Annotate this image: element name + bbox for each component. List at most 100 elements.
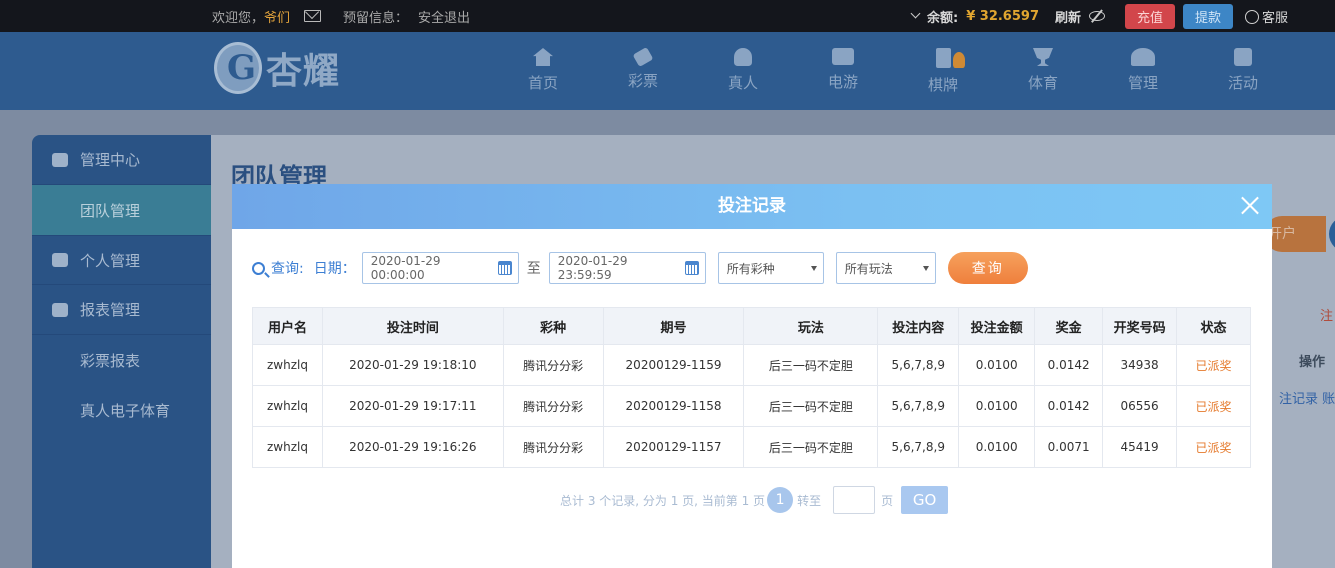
page-number-current[interactable]: 1 bbox=[767, 487, 794, 513]
table-row[interactable]: zwhzlq 2020-01-29 19:18:10 腾讯分分彩 2020012… bbox=[252, 344, 1251, 386]
withdraw-button[interactable]: 提款 bbox=[1183, 3, 1234, 29]
sidebar-item-team-manage[interactable]: 团队管理 bbox=[32, 185, 211, 235]
nav-slots[interactable]: 电游 bbox=[793, 32, 893, 110]
goto-page-input[interactable] bbox=[833, 486, 876, 514]
cell-play: 后三一码不定胆 bbox=[743, 426, 879, 468]
note-text: 注 bbox=[1320, 309, 1334, 324]
sidebar-item-reports[interactable]: 报表管理 bbox=[32, 285, 211, 335]
nav-cards[interactable]: 棋牌 bbox=[893, 32, 993, 110]
status-badge: 已派奖 bbox=[1176, 426, 1251, 468]
hot-flame-icon bbox=[953, 52, 965, 68]
column-header[interactable]: 玩法 bbox=[743, 307, 879, 345]
cell-draw-number: 06556 bbox=[1102, 385, 1178, 427]
row-action-links[interactable]: 注记录 账变 bbox=[1279, 388, 1335, 407]
cell-content: 5,6,7,8,9 bbox=[877, 344, 960, 386]
close-icon[interactable] bbox=[1240, 195, 1260, 215]
cell-bet-time: 2020-01-29 19:17:11 bbox=[321, 385, 504, 427]
refresh-button[interactable]: 刷新 bbox=[1055, 7, 1081, 26]
sidebar-item-personal[interactable]: 个人管理 bbox=[32, 235, 211, 285]
column-header[interactable]: 彩种 bbox=[502, 307, 604, 345]
secondary-button[interactable] bbox=[1329, 216, 1335, 252]
calendar-icon[interactable] bbox=[497, 261, 512, 275]
nav-manage[interactable]: 管理 bbox=[1093, 32, 1193, 110]
goto-label: 转至 bbox=[797, 493, 822, 508]
operation-header: 操作 bbox=[1299, 355, 1326, 370]
query-label: 查询: bbox=[271, 261, 304, 277]
nav-promo[interactable]: 活动 bbox=[1193, 32, 1293, 110]
cell-content: 5,6,7,8,9 bbox=[877, 426, 960, 468]
open-account-button[interactable]: 开户 bbox=[1264, 216, 1326, 252]
modal-title: 投注记录 bbox=[718, 196, 786, 216]
column-header[interactable]: 投注内容 bbox=[877, 307, 960, 345]
pagination-summary: 总计 3 个记录, 分为 1 页, 当前第 1 页 bbox=[560, 493, 766, 508]
cell-prize: 0.0142 bbox=[1034, 344, 1104, 386]
eye-off-icon[interactable] bbox=[1089, 11, 1106, 21]
card-icon bbox=[935, 48, 951, 68]
nav-sports[interactable]: 体育 bbox=[993, 32, 1093, 110]
nav-home[interactable]: 首页 bbox=[493, 32, 593, 110]
cell-bet-time: 2020-01-29 19:16:26 bbox=[321, 426, 504, 468]
welcome-text: 欢迎您，爷们 bbox=[212, 10, 291, 26]
cell-lottery: 腾讯分分彩 bbox=[502, 344, 604, 386]
status-badge: 已派奖 bbox=[1176, 385, 1251, 427]
main-nav: 首页 彩票 真人 电游 棋牌 体育 管理 活动 bbox=[493, 32, 1293, 110]
site-logo[interactable]: 杏耀 bbox=[214, 42, 340, 94]
table-row[interactable]: zwhzlq 2020-01-29 19:17:11 腾讯分分彩 2020012… bbox=[252, 385, 1251, 427]
logo-emblem-icon bbox=[214, 42, 262, 94]
sidebar-item-live-sports[interactable]: 真人电子体育 bbox=[32, 385, 211, 435]
cell-username: zwhzlq bbox=[252, 385, 323, 427]
nav-live[interactable]: 真人 bbox=[693, 32, 793, 110]
column-header[interactable]: 投注金额 bbox=[958, 307, 1036, 345]
nav-lottery[interactable]: 彩票 bbox=[593, 32, 693, 110]
date-from-input[interactable]: 2020-01-29 00:00:00 bbox=[361, 252, 519, 284]
column-header[interactable]: 奖金 bbox=[1034, 307, 1104, 345]
gift-icon bbox=[1234, 48, 1252, 66]
sidebar: 管理中心 团队管理 个人管理 报表管理 彩票报表 真人电子体育 bbox=[32, 135, 211, 568]
column-header[interactable]: 开奖号码 bbox=[1102, 307, 1178, 345]
cell-draw-number: 45419 bbox=[1102, 426, 1178, 468]
cell-lottery: 腾讯分分彩 bbox=[502, 426, 604, 468]
go-button[interactable]: GO bbox=[901, 486, 949, 514]
username-link[interactable]: 爷们 bbox=[264, 11, 290, 26]
mail-icon[interactable] bbox=[304, 10, 322, 22]
chevron-down-icon[interactable] bbox=[910, 8, 921, 19]
logout-link[interactable]: 安全退出 bbox=[418, 7, 470, 26]
recharge-button[interactable]: 充值 bbox=[1125, 3, 1176, 29]
cell-prize: 0.0071 bbox=[1034, 426, 1104, 468]
cell-bet-time: 2020-01-29 19:18:10 bbox=[321, 344, 504, 386]
lottery-select[interactable]: 所有彩种 bbox=[717, 252, 824, 284]
status-badge: 已派奖 bbox=[1176, 344, 1251, 386]
dealer-icon bbox=[734, 48, 752, 66]
cell-issue: 20200129-1159 bbox=[602, 344, 745, 386]
ticket-icon bbox=[632, 46, 654, 68]
column-header[interactable]: 投注时间 bbox=[321, 307, 504, 345]
sidebar-item-lottery-report[interactable]: 彩票报表 bbox=[32, 335, 211, 385]
cell-play: 后三一码不定胆 bbox=[743, 344, 879, 386]
cell-amount: 0.0100 bbox=[958, 426, 1036, 468]
user-icon bbox=[52, 253, 68, 267]
users-icon bbox=[1131, 48, 1155, 66]
bet-records-modal: 投注记录 查询: 日期： 2020-01-29 00:00:00 至 2020-… bbox=[232, 184, 1272, 568]
column-header[interactable]: 期号 bbox=[602, 307, 745, 345]
cell-prize: 0.0142 bbox=[1034, 385, 1104, 427]
column-header[interactable]: 用户名 bbox=[252, 307, 323, 345]
play-select[interactable]: 所有玩法 bbox=[835, 252, 936, 284]
cell-username: zwhzlq bbox=[252, 426, 323, 468]
table-row[interactable]: zwhzlq 2020-01-29 19:16:26 腾讯分分彩 2020012… bbox=[252, 426, 1251, 468]
table-header-row: 用户名 投注时间 彩种 期号 玩法 投注内容 投注金额 奖金 开奖号码 状态 bbox=[252, 307, 1251, 345]
calendar-icon[interactable] bbox=[684, 261, 699, 275]
column-header[interactable]: 状态 bbox=[1176, 307, 1251, 345]
top-bar: 欢迎您，爷们 预留信息： 安全退出 余额: ¥ 32.6597 刷新 充值 提款… bbox=[0, 0, 1335, 32]
logo-text: 杏耀 bbox=[266, 50, 341, 92]
customer-service-button[interactable]: 客服 bbox=[1245, 7, 1288, 26]
sidebar-item-manage-center[interactable]: 管理中心 bbox=[32, 135, 211, 185]
query-button[interactable]: 查询 bbox=[947, 252, 1028, 284]
main-header: 杏耀 首页 彩票 真人 电游 棋牌 体育 管理 活动 bbox=[0, 32, 1335, 110]
cell-issue: 20200129-1158 bbox=[602, 385, 745, 427]
cell-amount: 0.0100 bbox=[958, 344, 1036, 386]
cell-draw-number: 34938 bbox=[1102, 344, 1178, 386]
date-to-input[interactable]: 2020-01-29 23:59:59 bbox=[548, 252, 706, 284]
chat-icon bbox=[1245, 9, 1260, 24]
modal-header: 投注记录 bbox=[232, 184, 1272, 229]
cell-lottery: 腾讯分分彩 bbox=[502, 385, 604, 427]
